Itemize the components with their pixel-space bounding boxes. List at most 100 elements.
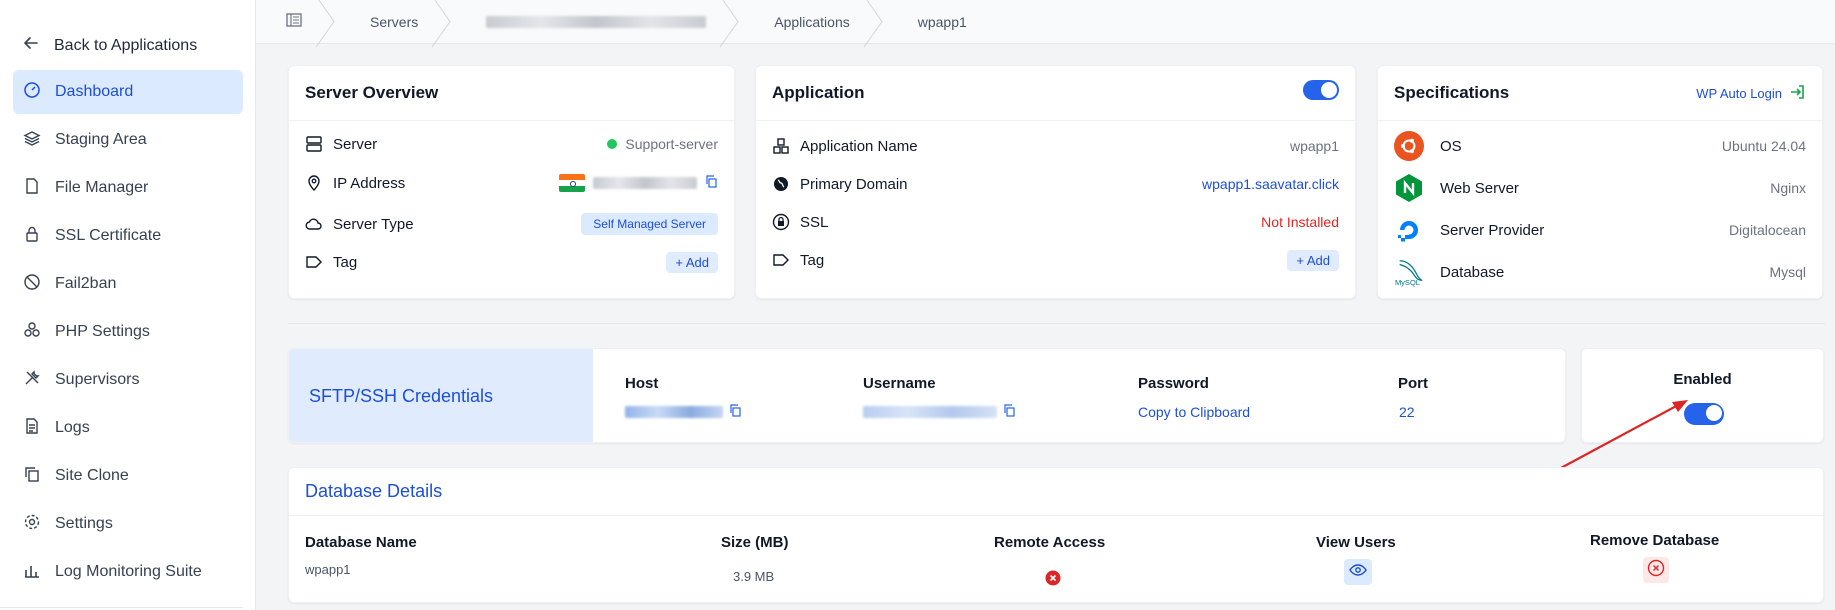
domain-label: Primary Domain [800, 175, 908, 193]
enabled-label: Enabled [1673, 371, 1732, 388]
domain-link[interactable]: wpapp1.saavatar.click [1202, 176, 1339, 192]
breadcrumb-servers[interactable]: Servers [340, 0, 456, 44]
password-field: Password Copy to Clipboard [1138, 375, 1250, 420]
sidebar-divider [0, 607, 243, 608]
ssl-label: SSL [800, 213, 829, 231]
sidebar-item-label: Fail2ban [55, 275, 117, 292]
sidebar-item-settings[interactable]: Settings [13, 502, 243, 546]
sidebar-toggle-icon [286, 13, 302, 30]
mysql-logo-text: MySQL [1395, 278, 1420, 287]
card-title: Server Overview [305, 83, 439, 102]
nginx-logo-icon [1394, 173, 1424, 203]
back-label: Back to Applications [54, 36, 198, 54]
remote-access-disabled-icon[interactable] [1045, 570, 1061, 591]
lock-icon [23, 225, 41, 248]
sidebar-item-staging-area[interactable]: Staging Area [13, 118, 243, 162]
copy-host-icon[interactable] [729, 404, 742, 420]
redacted-username [863, 406, 997, 418]
port-label: Port [1398, 375, 1428, 392]
sidebar-item-label: Staging Area [55, 131, 147, 148]
location-pin-icon [305, 174, 323, 192]
redacted-host [625, 406, 723, 418]
digitalocean-logo-icon [1394, 215, 1424, 245]
layers-icon [23, 129, 41, 152]
application-toggle[interactable] [1303, 80, 1339, 100]
port-value: 22 [1399, 404, 1415, 420]
sidebar-item-ssl-certificate[interactable]: SSL Certificate [13, 214, 243, 258]
breadcrumb-home[interactable] [256, 0, 340, 44]
ban-icon [23, 273, 41, 296]
web-server-label: Web Server [1440, 179, 1519, 197]
copy-ip-icon[interactable] [705, 175, 718, 191]
redacted-server-name [486, 15, 707, 28]
sidebar-item-label: Dashboard [55, 83, 134, 100]
india-flag-icon [559, 174, 585, 192]
back-to-applications-link[interactable]: Back to Applications [22, 34, 197, 57]
globe-icon [772, 175, 790, 193]
padlock-icon [772, 213, 790, 231]
wp-auto-login-link[interactable]: WP Auto Login [1696, 83, 1806, 104]
sidebar-item-label: Supervisors [55, 371, 140, 388]
sidebar-item-dashboard[interactable]: Dashboard [13, 70, 243, 114]
tag-icon [305, 253, 323, 271]
username-field: Username [863, 375, 1016, 420]
breadcrumb-current: wpapp1 [917, 13, 967, 30]
domain-row: Primary Domain wpapp1.saavatar.click [756, 165, 1355, 203]
file-icon [23, 177, 41, 200]
tag-label: Tag [333, 253, 358, 271]
bar-chart-icon [23, 561, 41, 584]
cloud-icon [305, 215, 323, 233]
sftp-credentials-card: SFTP/SSH Credentials Host Username Passw… [288, 348, 1566, 443]
server-overview-card: Server Overview Server Support-server IP… [288, 65, 735, 299]
sidebar-item-label: File Manager [55, 179, 149, 196]
server-label: Server [333, 135, 378, 153]
app-name-value: wpapp1 [1289, 138, 1339, 154]
provider-value: Digitalocean [1728, 222, 1806, 238]
redacted-ip [593, 177, 697, 189]
server-value: Support-server [625, 136, 718, 152]
database-value: Mysql [1769, 264, 1806, 280]
database-row: MySQL Database Mysql [1378, 251, 1822, 293]
sidebar-item-file-manager[interactable]: File Manager [13, 166, 243, 210]
sidebar-item-php-settings[interactable]: PHP Settings [13, 310, 243, 354]
card-title: Specifications [1394, 83, 1510, 102]
sidebar-item-label: Site Clone [55, 467, 129, 484]
web-server-value: Nginx [1770, 180, 1806, 196]
server-type-badge: Self Managed Server [581, 213, 718, 235]
server-type-row: Server Type Self Managed Server [289, 205, 734, 243]
eye-icon [1349, 563, 1367, 581]
server-row: Server Support-server [289, 127, 734, 161]
copy-username-icon[interactable] [1003, 404, 1016, 420]
sidebar-nav: Dashboard Staging Area File Manager SSL … [13, 70, 243, 598]
os-value: Ubuntu 24.04 [1721, 138, 1806, 154]
sidebar-item-site-clone[interactable]: Site Clone [13, 454, 243, 498]
status-dot-icon [607, 139, 618, 149]
sidebar-item-label: Log Monitoring Suite [55, 563, 202, 580]
copy-icon [23, 465, 41, 488]
sidebar-item-label: PHP Settings [55, 323, 150, 340]
col-remove-database: Remove Database [1590, 532, 1720, 549]
sidebar-item-logs[interactable]: Logs [13, 406, 243, 450]
specifications-card: Specifications WP Auto Login OS Ubuntu 2… [1377, 65, 1823, 299]
add-app-tag-button[interactable]: + Add [1287, 249, 1339, 271]
host-field: Host [625, 375, 742, 420]
ssl-status: Not Installed [1261, 214, 1339, 230]
breadcrumb-server-name[interactable] [456, 0, 744, 44]
arrow-left-icon [22, 34, 40, 57]
remove-database-button[interactable] [1643, 557, 1669, 583]
section-divider [288, 323, 1825, 324]
sidebar-item-supervisors[interactable]: Supervisors [13, 358, 243, 402]
tools-icon [23, 369, 41, 392]
col-remote-access: Remote Access [994, 534, 1106, 551]
add-tag-button[interactable]: + Add [666, 251, 718, 273]
breadcrumb-applications[interactable]: Applications [744, 0, 888, 44]
login-icon [1788, 83, 1806, 104]
col-size: Size (MB) [721, 534, 789, 551]
app-name-row: Application Name wpapp1 [756, 127, 1355, 165]
view-users-button[interactable] [1344, 559, 1372, 585]
copy-password-link[interactable]: Copy to Clipboard [1138, 404, 1250, 420]
username-label: Username [863, 375, 936, 392]
sidebar: Back to Applications Dashboard Staging A… [0, 0, 256, 610]
sidebar-item-log-monitoring-suite[interactable]: Log Monitoring Suite [13, 550, 243, 594]
sidebar-item-fail2ban[interactable]: Fail2ban [13, 262, 243, 306]
